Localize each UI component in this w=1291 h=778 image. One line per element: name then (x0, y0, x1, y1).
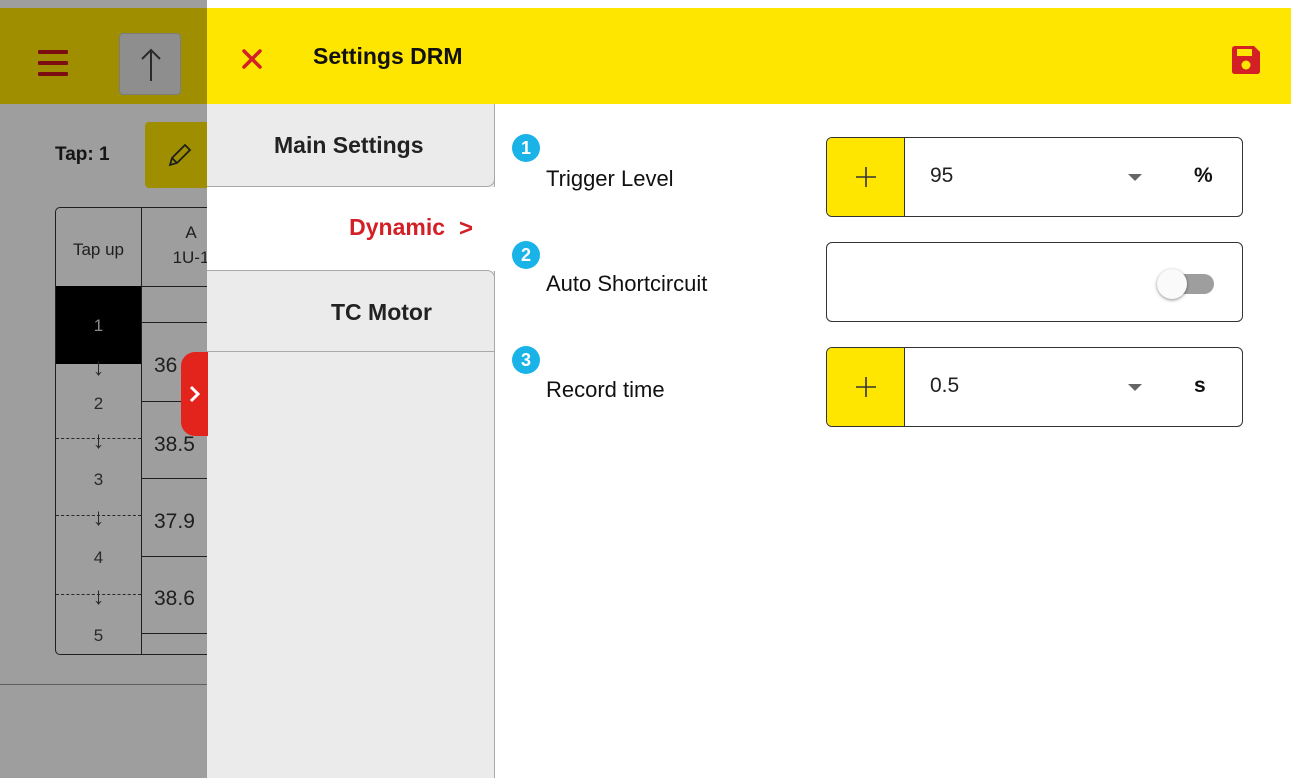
auto-shortcircuit-field (826, 242, 1243, 322)
trigger-level-label: Trigger Level (546, 166, 674, 191)
tab-label: TC Motor (331, 299, 432, 325)
trigger-level-unit: % (1194, 164, 1213, 187)
record-time-label: Record time (546, 377, 665, 402)
tab-tc-motor[interactable]: TC Motor (207, 270, 495, 352)
close-button[interactable] (237, 44, 267, 74)
dropdown-caret-icon[interactable] (1128, 174, 1142, 181)
dropdown-caret-icon[interactable] (1128, 384, 1142, 391)
save-button[interactable] (1229, 43, 1263, 77)
trigger-level-field: 95 % (826, 137, 1243, 217)
row-number-badge: 3 (512, 346, 540, 374)
plus-icon (856, 377, 876, 397)
row-number-badge: 1 (512, 134, 540, 162)
chevron-right-icon: > (458, 215, 473, 242)
trigger-level-value[interactable]: 95 (930, 164, 953, 188)
plus-icon (856, 167, 876, 187)
tab-label: Main Settings (274, 132, 424, 158)
row-number-badge: 2 (512, 241, 540, 269)
tab-main-settings[interactable]: Main Settings (207, 104, 495, 187)
settings-tab-list: Main Settings Dynamic > TC Motor (207, 104, 495, 778)
floppy-disk-icon (1232, 46, 1260, 74)
panel-title: Settings DRM (313, 43, 463, 69)
record-time-field: 0.5 s (826, 347, 1243, 427)
record-time-unit: s (1194, 374, 1206, 397)
record-time-increment-button[interactable] (827, 348, 905, 426)
tab-dynamic[interactable]: Dynamic > (207, 187, 495, 271)
chevron-right-icon (189, 385, 201, 403)
panel-header: Settings DRM (207, 8, 1291, 104)
close-icon (242, 49, 262, 69)
record-time-value[interactable]: 0.5 (930, 374, 959, 398)
auto-shortcircuit-label: Auto Shortcircuit (546, 271, 708, 296)
panel-handle[interactable] (181, 352, 208, 436)
toggle-knob[interactable] (1157, 269, 1187, 299)
trigger-level-increment-button[interactable] (827, 138, 905, 216)
tab-label: Dynamic (349, 214, 445, 240)
